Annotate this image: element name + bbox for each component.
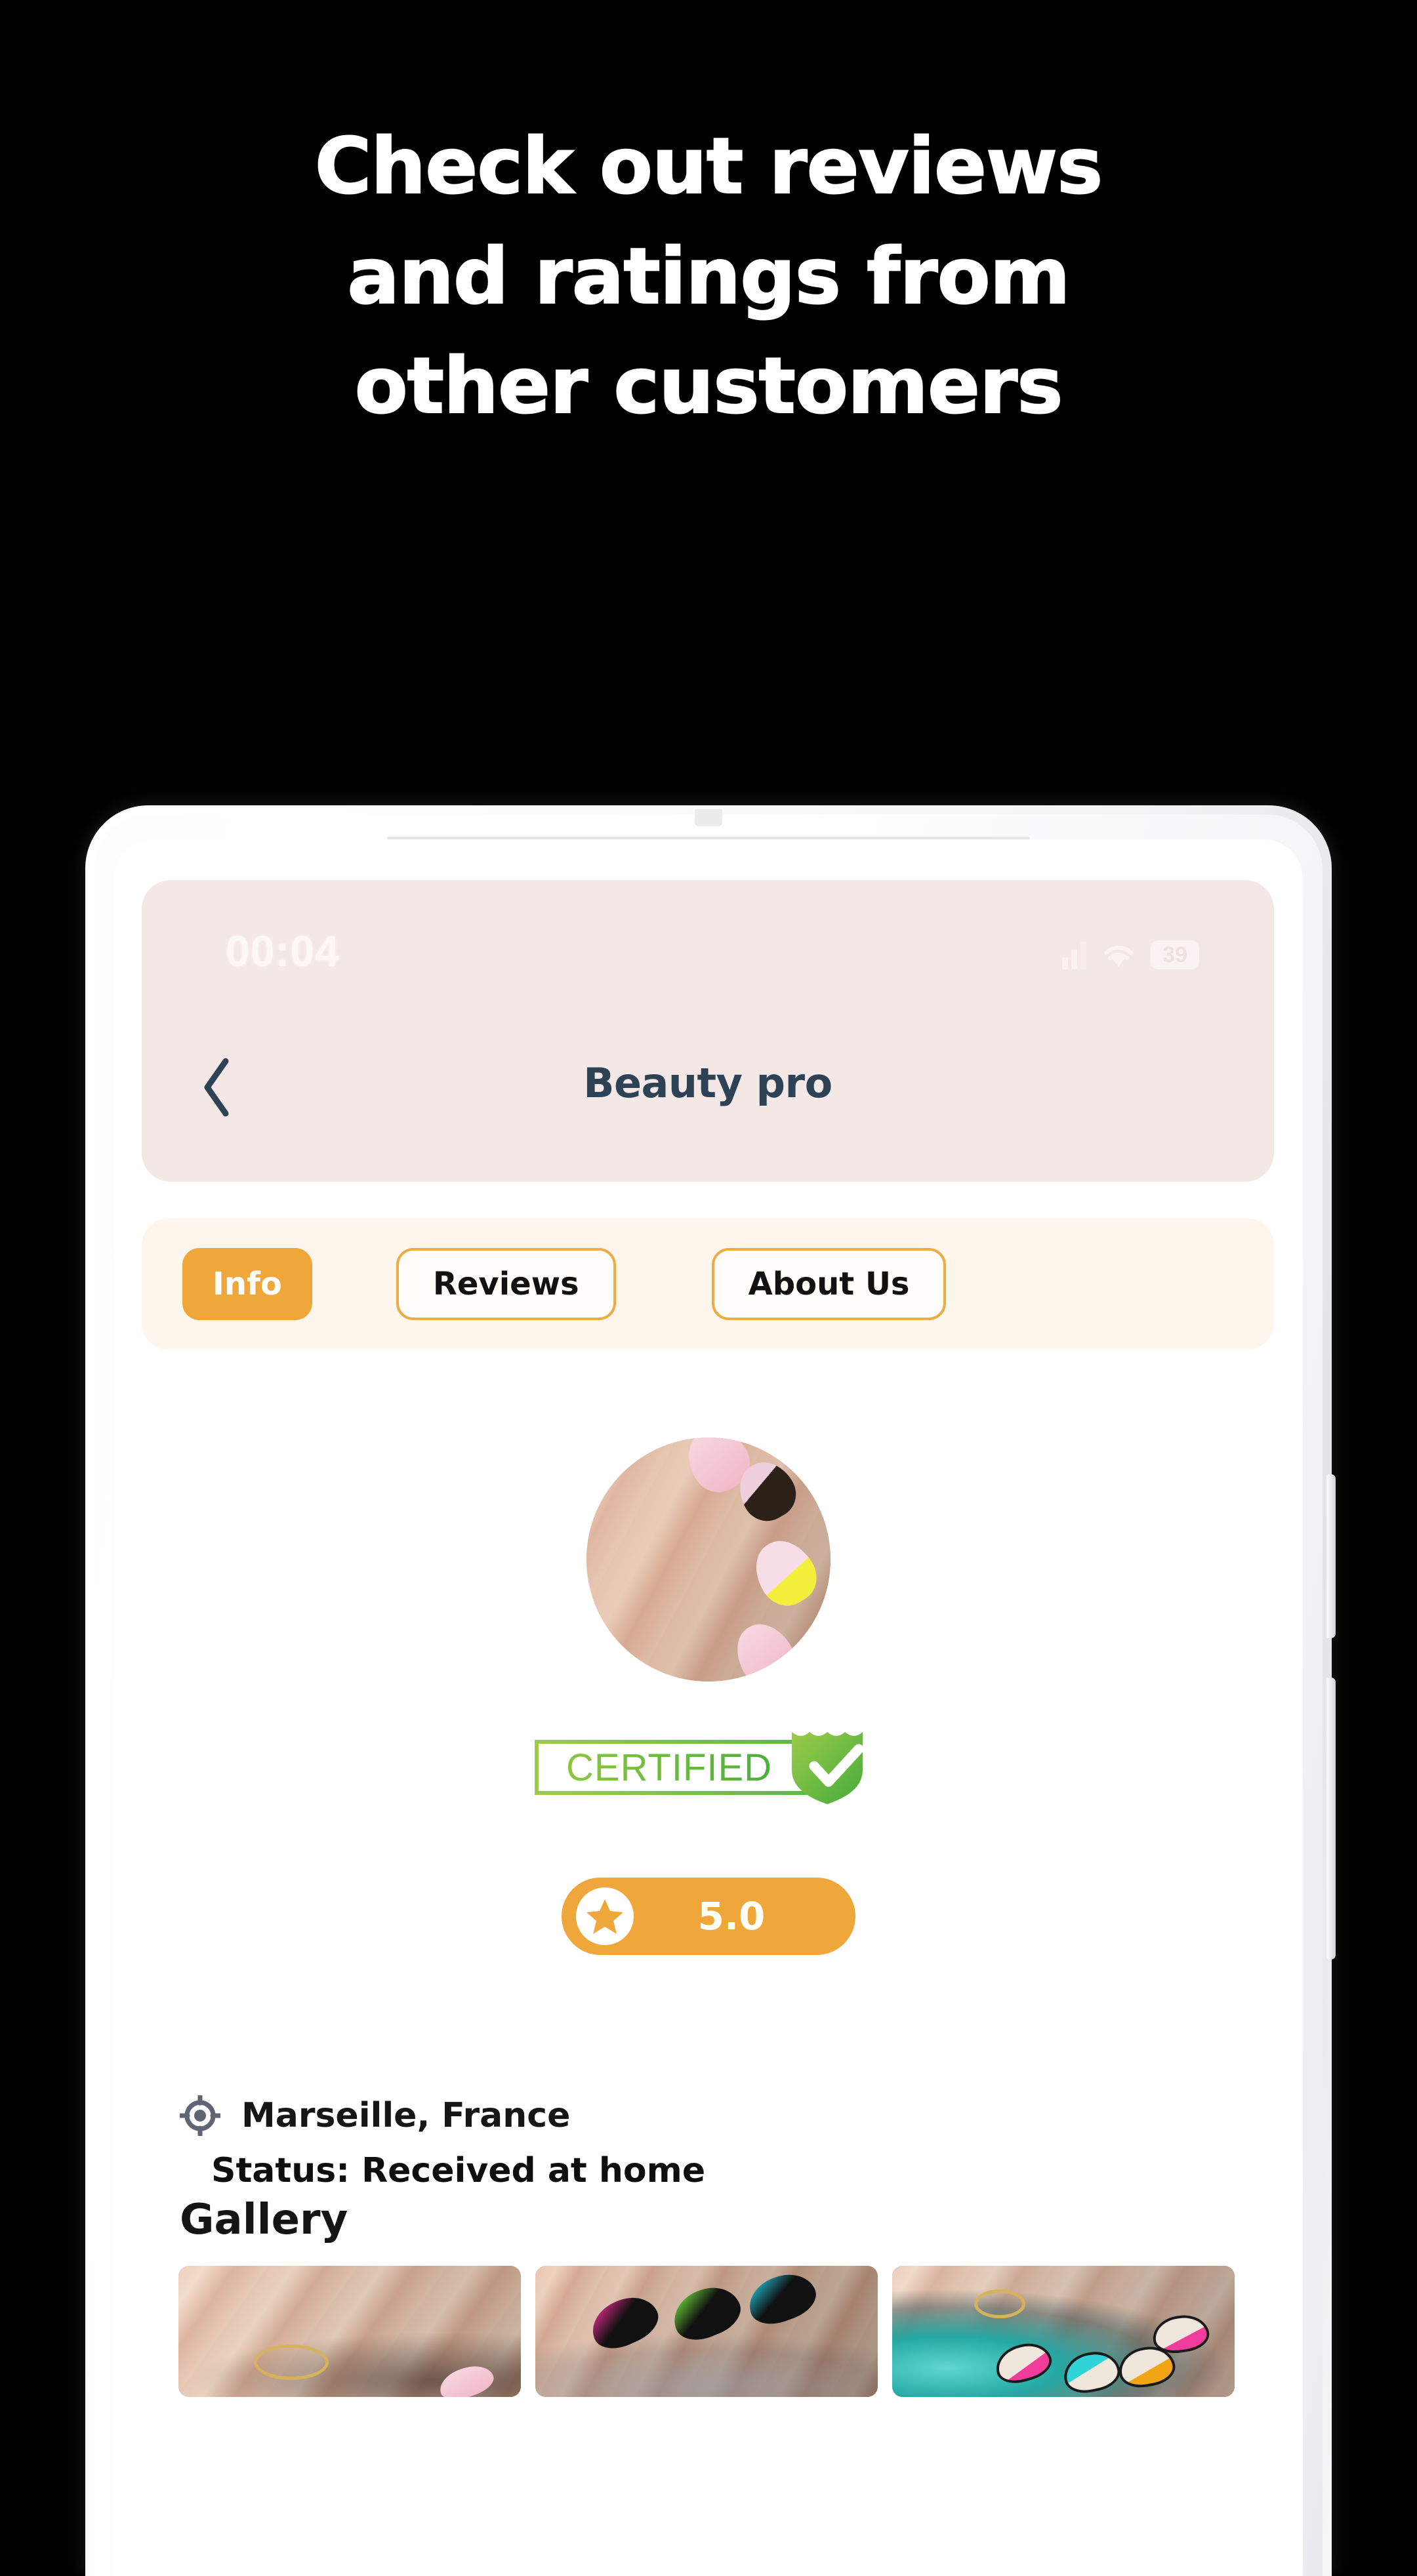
tab-bar: Info Reviews About Us <box>142 1218 1274 1350</box>
gallery-heading: Gallery <box>180 2196 348 2244</box>
phone-screen: 00:04 39 Beauty pro Info Reviews About U… <box>114 839 1303 2576</box>
app-bar: 00:04 39 Beauty pro <box>142 880 1274 1182</box>
location-row: Marseille, France <box>180 2095 570 2136</box>
rating-pill: 5.0 <box>562 1878 855 1955</box>
tab-about-us[interactable]: About Us <box>711 1248 947 1320</box>
power-button[interactable] <box>1326 1474 1336 1638</box>
battery-level: 39 <box>1162 942 1187 967</box>
avatar-photo <box>586 1438 831 1681</box>
phone-mockup: 00:04 39 Beauty pro Info Reviews About U… <box>85 805 1336 2576</box>
earpiece-speaker-icon <box>695 809 722 826</box>
shield-check-icon <box>792 1732 864 1804</box>
star-icon <box>576 1887 634 1945</box>
volume-button[interactable] <box>1326 1678 1336 1960</box>
gallery-photo-2[interactable] <box>535 2266 878 2397</box>
certified-badge: CERTIFIED <box>535 1728 882 1807</box>
status-badge: Status: Received at home <box>211 2151 706 2190</box>
status-time: 00:04 <box>226 927 340 975</box>
tab-reviews[interactable]: Reviews <box>396 1248 616 1320</box>
battery-icon: 39 <box>1151 940 1199 969</box>
location-text: Marseille, France <box>241 2096 571 2135</box>
gps-crosshair-icon <box>180 2095 220 2136</box>
status-bar: 00:04 39 <box>142 926 1274 978</box>
headline-line-1: Check out reviews <box>314 120 1104 212</box>
nav-bar: Beauty pro <box>142 1041 1274 1133</box>
gallery-grid <box>178 2266 1235 2397</box>
avatar[interactable] <box>586 1438 831 1681</box>
headline-line-3: other customers <box>354 340 1064 432</box>
page-title: Beauty pro <box>583 1059 832 1107</box>
headline-line-2: and ratings from <box>346 230 1071 322</box>
status-icon-group: 39 <box>1062 927 1199 969</box>
gallery-photo-1[interactable] <box>178 2266 521 2397</box>
rating-value: 5.0 <box>697 1894 766 1939</box>
signal-icon <box>1062 940 1086 969</box>
promo-headline: Check out reviews and ratings from other… <box>0 111 1417 441</box>
tab-info[interactable]: Info <box>182 1248 312 1320</box>
gallery-photo-3[interactable] <box>892 2266 1235 2397</box>
wifi-icon <box>1101 940 1136 969</box>
certified-pill: CERTIFIED <box>535 1740 823 1795</box>
certified-label: CERTIFIED <box>566 1746 773 1789</box>
